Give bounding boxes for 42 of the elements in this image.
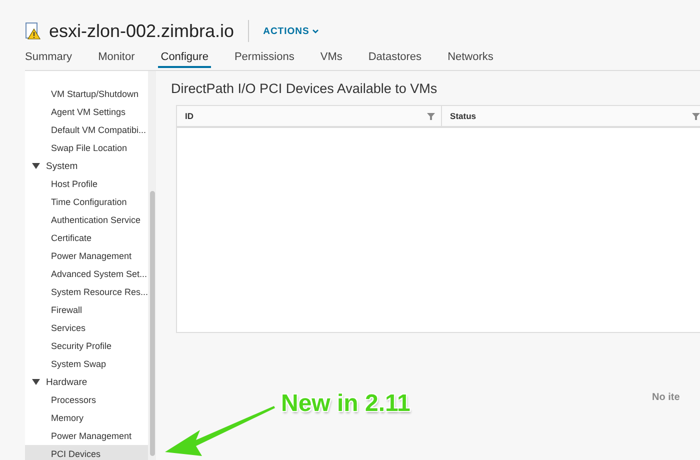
sidebar-item[interactable]: Time Configuration (25, 193, 148, 211)
sidebar-item[interactable]: PCI Devices (25, 445, 148, 460)
tab[interactable]: VMs (320, 48, 342, 68)
sidebar-item[interactable]: Processors (25, 391, 148, 409)
panel-title: DirectPath I/O PCI Devices Available to VMs (171, 81, 438, 96)
caret-icon[interactable] (32, 163, 40, 169)
tab[interactable]: Monitor (98, 48, 135, 68)
chevron-icon (312, 28, 320, 34)
sidebar-item[interactable]: Power Management (25, 427, 148, 445)
caret-icon[interactable] (32, 379, 40, 385)
sidebar-item[interactable]: Authentication Service (25, 211, 148, 229)
column-header[interactable]: ID (185, 111, 194, 121)
sidebar-item[interactable]: Default VM Compatibi... (25, 121, 148, 139)
sidebar-item[interactable]: Memory (25, 409, 148, 427)
column-header[interactable]: Status (450, 111, 476, 121)
host-title: esxi-zlon-002.zimbra.io (49, 20, 234, 42)
scrollbar-thumb[interactable] (150, 191, 156, 456)
tab[interactable]: Networks (448, 48, 494, 68)
sidebar-item[interactable]: System Resource Res... (25, 283, 148, 301)
sidebar-item[interactable]: Host Profile (25, 175, 148, 193)
tab[interactable]: Summary (25, 48, 72, 68)
filter-icon[interactable] (692, 112, 700, 120)
sidebar-item[interactable]: Advanced System Set... (25, 265, 148, 283)
host-warning-icon (25, 22, 41, 40)
sidebar-item[interactable]: Agent VM Settings (25, 103, 148, 121)
filter-icon[interactable] (427, 112, 436, 120)
actions-menu[interactable]: ACTIONS (263, 26, 320, 36)
sidebar-item[interactable]: Swap File Location (25, 139, 148, 157)
sidebar-item[interactable]: Firewall (25, 301, 148, 319)
tab[interactable]: Permissions (234, 48, 294, 68)
sidebar-item[interactable]: Services (25, 319, 148, 337)
annotation-text: New in 2.11 (281, 390, 410, 418)
sidebar-item[interactable]: VM Startup/Shutdown (25, 85, 148, 103)
tab[interactable]: Datastores (368, 48, 422, 68)
sidebar-item[interactable]: System Swap (25, 355, 148, 373)
sidebar-item[interactable]: Power Management (25, 247, 148, 265)
tree-group-label[interactable]: Hardware (46, 376, 88, 388)
tree-group-label[interactable]: System (46, 160, 78, 172)
sidebar-item[interactable]: Certificate (25, 229, 148, 247)
sidebar-item[interactable]: Security Profile (25, 337, 148, 355)
empty-message: No ite (652, 392, 680, 403)
tab[interactable]: Configure (158, 48, 212, 68)
